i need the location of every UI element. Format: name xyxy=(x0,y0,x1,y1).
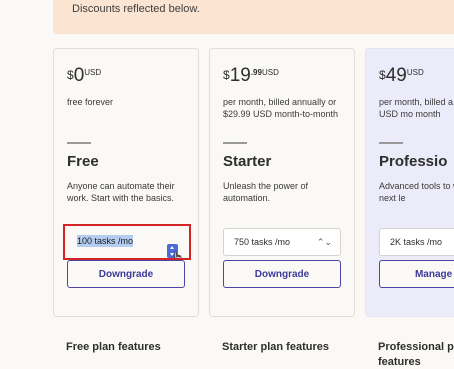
discount-banner: Discounts reflected below. xyxy=(53,0,454,34)
price-currency: $ xyxy=(223,68,230,82)
plan-name: Free xyxy=(67,153,99,170)
chevron-up-down-icon: ⌃⌄ xyxy=(316,237,332,247)
plan-card-professional: $49USD per month, billed a or $73.50 USD… xyxy=(365,48,454,317)
downgrade-button[interactable]: Downgrade xyxy=(223,260,341,288)
manage-plan-button[interactable]: Manage p xyxy=(379,260,454,288)
plan-name: Starter xyxy=(223,153,272,170)
price-unit: USD xyxy=(84,68,102,77)
price-amount: 0 xyxy=(73,65,85,86)
annotation-highlight-box xyxy=(63,224,191,260)
divider xyxy=(223,142,247,144)
price-currency: $ xyxy=(379,68,386,82)
plan-price: $49USD xyxy=(379,65,424,87)
plan-name: Professio xyxy=(379,153,448,170)
tasks-select[interactable]: 750 tasks /mo ⌃⌄ xyxy=(223,228,341,256)
plan-billing: per month, billed annually or $29.99 USD… xyxy=(223,97,339,119)
features-heading-professional: Professional p features xyxy=(378,341,454,368)
tasks-select-value: 750 tasks /mo xyxy=(234,237,291,247)
plan-billing: free forever xyxy=(67,97,114,107)
price-amount: 49 xyxy=(385,65,407,86)
price-amount: 19 xyxy=(229,65,251,86)
banner-text: Discounts reflected below. xyxy=(72,3,200,15)
plan-description: Unleash the power of automation. xyxy=(223,181,309,203)
plan-price: $0USD xyxy=(67,65,101,87)
features-heading-starter: Starter plan features xyxy=(222,341,329,353)
divider xyxy=(67,142,91,144)
downgrade-button[interactable]: Downgrade xyxy=(67,260,185,288)
divider xyxy=(379,142,403,144)
plan-price: $19.99USD xyxy=(223,65,279,87)
pricing-page: Discounts reflected below. $0USD free fo… xyxy=(0,0,454,369)
price-unit: USD xyxy=(261,68,279,77)
price-decimals: .99 xyxy=(250,68,262,77)
plan-description: Advanced tools to work to the next le xyxy=(379,181,454,203)
tasks-select[interactable]: 2K tasks /mo xyxy=(379,228,454,256)
price-currency: $ xyxy=(67,68,74,82)
plan-description: Anyone can automate their work. Start wi… xyxy=(67,181,175,203)
plan-billing: per month, billed a or $73.50 USD mo mon… xyxy=(379,97,454,119)
tasks-select-value: 2K tasks /mo xyxy=(390,237,443,247)
features-heading-free: Free plan features xyxy=(66,341,161,353)
plan-card-free: $0USD free forever Free Anyone can autom… xyxy=(53,48,199,317)
plan-card-starter: $19.99USD per month, billed annually or … xyxy=(209,48,355,317)
price-unit: USD xyxy=(406,68,424,77)
